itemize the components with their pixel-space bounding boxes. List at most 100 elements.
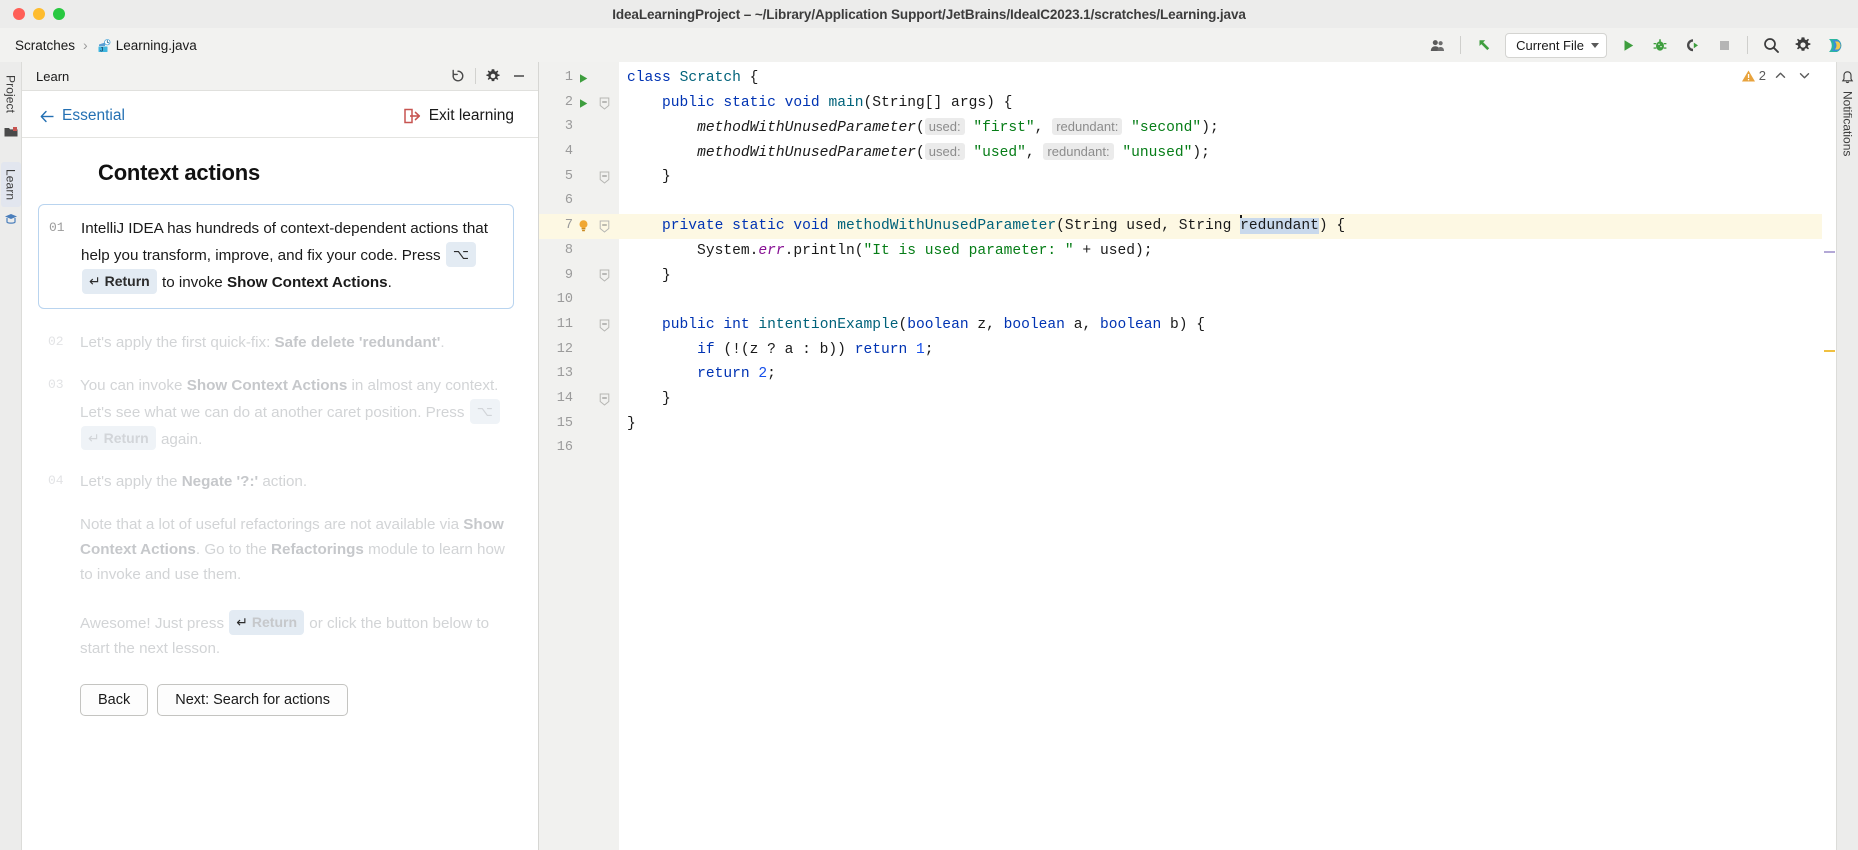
code-line-4[interactable]: methodWithUnusedParameter(used: "used", …: [619, 140, 1836, 165]
code-line-2[interactable]: public static void main(String[] args) {: [619, 91, 1836, 116]
gutter-line-1[interactable]: 1: [539, 66, 619, 91]
inspection-widget[interactable]: 2: [1741, 68, 1814, 83]
gutter-line-6[interactable]: 6: [539, 189, 619, 214]
code-line-14[interactable]: }: [619, 387, 1836, 412]
ai-assistant-icon[interactable]: [1820, 32, 1850, 58]
window-controls[interactable]: [0, 8, 65, 20]
code-fold-icon[interactable]: [593, 393, 615, 406]
run-gutter-icon[interactable]: [573, 98, 593, 109]
gutter-line-3[interactable]: 3: [539, 115, 619, 140]
next-problem-icon[interactable]: [1795, 69, 1814, 82]
gutter-line-10[interactable]: 10: [539, 288, 619, 313]
debug-icon[interactable]: [1645, 32, 1675, 58]
sidebar-item-project[interactable]: Project: [1, 68, 21, 120]
project-folder-icon[interactable]: [4, 126, 18, 138]
back-to-essential-label: Essential: [62, 107, 125, 125]
run-configuration-selector[interactable]: Current File: [1505, 33, 1607, 58]
code-line-11[interactable]: public int intentionExample(boolean z, b…: [619, 313, 1836, 338]
updates-arrow-icon[interactable]: [1469, 32, 1499, 58]
close-window-button[interactable]: [13, 8, 25, 20]
rail-marker[interactable]: [1824, 350, 1835, 352]
code-line-3[interactable]: methodWithUnusedParameter(used: "first",…: [619, 115, 1836, 140]
editor-gutter[interactable]: 12345678910111213141516: [539, 62, 619, 850]
body-text: .: [388, 274, 392, 291]
next-lesson-button[interactable]: Next: Search for actions: [157, 684, 348, 716]
run-coverage-icon[interactable]: [1677, 32, 1707, 58]
emphasis-text: Refactorings: [271, 541, 364, 558]
gutter-line-13[interactable]: 13: [539, 362, 619, 387]
line-number: 15: [539, 412, 573, 437]
code-line-12[interactable]: if (!(z ? a : b)) return 1;: [619, 338, 1836, 363]
code-line-13[interactable]: return 2;: [619, 362, 1836, 387]
bell-icon[interactable]: [1840, 70, 1855, 85]
code-line-9[interactable]: }: [619, 264, 1836, 289]
gutter-line-15[interactable]: 15: [539, 412, 619, 437]
gutter-line-7[interactable]: 7: [539, 214, 619, 239]
code-line-16[interactable]: [619, 436, 1836, 461]
run-icon[interactable]: [1613, 32, 1643, 58]
line-number: 14: [539, 387, 573, 412]
notifications-label[interactable]: Notifications: [1841, 91, 1855, 156]
back-button[interactable]: Back: [80, 684, 148, 716]
lesson-step-text: IntelliJ IDEA has hundreds of context-de…: [81, 217, 503, 296]
editor-code-area[interactable]: class Scratch { public static void main(…: [619, 62, 1836, 850]
zoom-window-button[interactable]: [53, 8, 65, 20]
gutter-line-12[interactable]: 12: [539, 338, 619, 363]
intention-bulb-icon[interactable]: [573, 219, 593, 233]
code-fold-icon[interactable]: [593, 220, 615, 233]
collaborate-icon[interactable]: [1422, 32, 1452, 58]
editor-marker-rail[interactable]: [1822, 62, 1836, 850]
code-editor[interactable]: 12345678910111213141516 class Scratch { …: [539, 62, 1836, 850]
learn-content-scroll[interactable]: Context actions 01IntelliJ IDEA has hund…: [22, 138, 538, 850]
learn-icon[interactable]: [4, 213, 18, 226]
gutter-line-4[interactable]: 4: [539, 140, 619, 165]
search-everywhere-icon[interactable]: [1756, 32, 1786, 58]
code-line-15[interactable]: }: [619, 412, 1836, 437]
learn-panel-header: Learn: [22, 62, 538, 91]
code-line-10[interactable]: [619, 288, 1836, 313]
lesson-note-2: Awesome! Just press ↵ Return or click th…: [80, 610, 514, 662]
restart-lesson-icon[interactable]: [445, 65, 471, 87]
breadcrumb-item-scratches[interactable]: Scratches: [12, 36, 78, 55]
previous-problem-icon[interactable]: [1771, 69, 1790, 82]
code-line-5[interactable]: }: [619, 165, 1836, 190]
breadcrumb-item-file[interactable]: J Learning.java: [93, 35, 200, 56]
gutter-line-16[interactable]: 16: [539, 436, 619, 461]
minimize-window-button[interactable]: [33, 8, 45, 20]
line-number: 10: [539, 288, 573, 313]
stop-icon[interactable]: [1709, 32, 1739, 58]
gutter-line-8[interactable]: 8: [539, 239, 619, 264]
body-text: Let's apply the: [80, 473, 182, 490]
code-line-6[interactable]: [619, 189, 1836, 214]
settings-gear-icon[interactable]: [480, 65, 506, 87]
code-fold-icon[interactable]: [593, 97, 615, 110]
settings-gear-icon[interactable]: [1788, 32, 1818, 58]
run-configuration-label: Current File: [1516, 38, 1584, 53]
run-gutter-icon[interactable]: [573, 73, 593, 84]
code-fold-icon[interactable]: [593, 319, 615, 332]
rail-marker[interactable]: [1824, 251, 1835, 253]
code-fold-icon[interactable]: [593, 171, 615, 184]
arrow-left-icon: [40, 110, 55, 123]
gutter-line-14[interactable]: 14: [539, 387, 619, 412]
gutter-line-11[interactable]: 11: [539, 313, 619, 338]
back-to-essential-link[interactable]: Essential: [40, 107, 125, 125]
lesson-step-text: Let's apply the first quick-fix: Safe de…: [80, 331, 514, 356]
gutter-line-9[interactable]: 9: [539, 264, 619, 289]
breadcrumb-file-label: Learning.java: [116, 38, 197, 53]
line-number: 1: [539, 66, 573, 91]
main-body: Project Learn Learn: [0, 62, 1858, 850]
line-number: 12: [539, 338, 573, 363]
code-fold-icon[interactable]: [593, 269, 615, 282]
exit-learning-button[interactable]: Exit learning: [404, 107, 514, 125]
sidebar-item-learn[interactable]: Learn: [1, 162, 21, 207]
learn-panel-subheader: Essential Exit learning: [22, 91, 538, 138]
code-line-7[interactable]: private static void methodWithUnusedPara…: [619, 214, 1836, 239]
gutter-line-2[interactable]: 2: [539, 91, 619, 116]
code-line-1[interactable]: class Scratch {: [619, 66, 1836, 91]
minimize-icon[interactable]: [506, 65, 532, 87]
breadcrumb: Scratches › J Learning.java: [12, 35, 200, 56]
warning-count[interactable]: 2: [1741, 68, 1766, 83]
code-line-8[interactable]: System.err.println("It is used parameter…: [619, 239, 1836, 264]
gutter-line-5[interactable]: 5: [539, 165, 619, 190]
